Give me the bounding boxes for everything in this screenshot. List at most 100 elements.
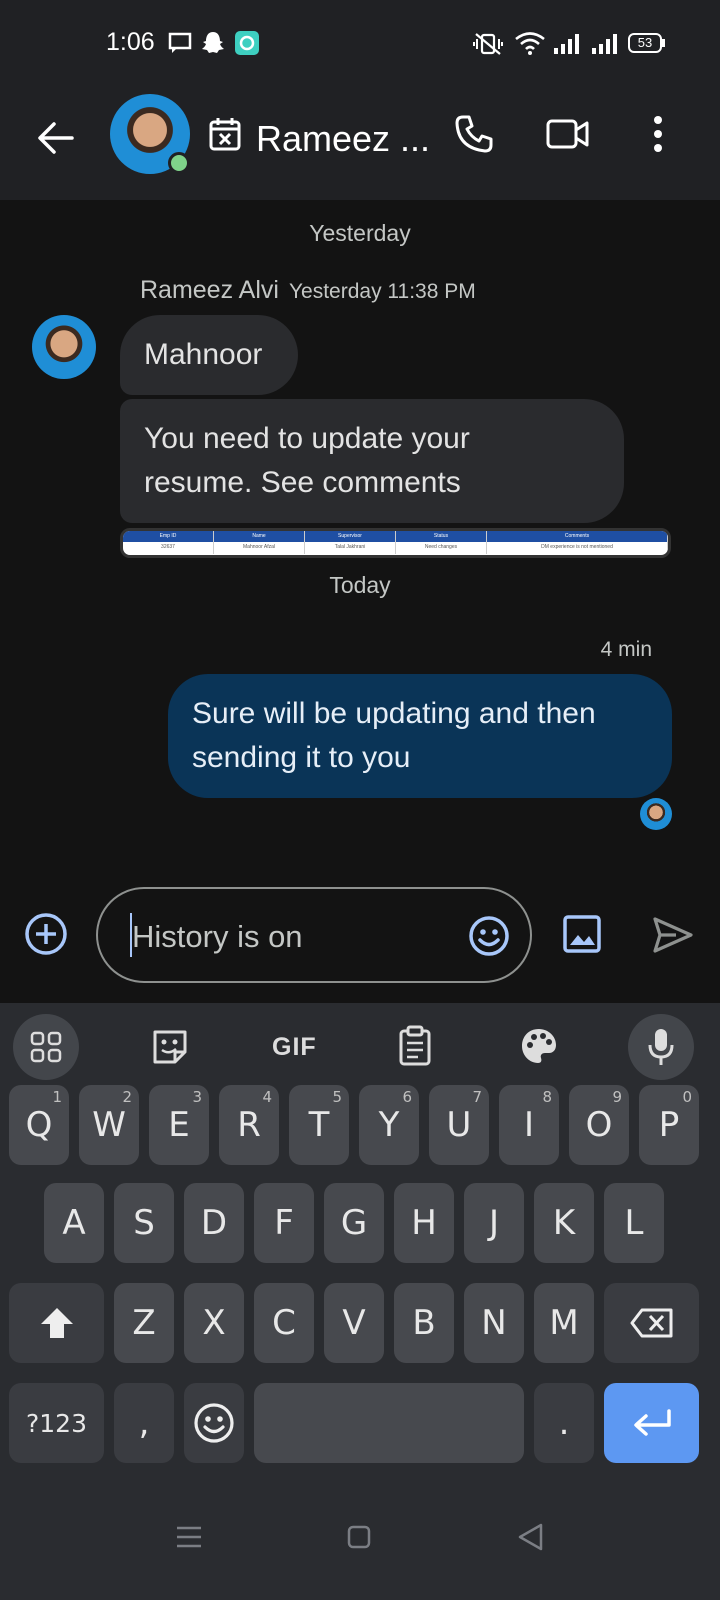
key-y[interactable]: Y6 bbox=[359, 1085, 419, 1165]
enter-key[interactable] bbox=[604, 1383, 699, 1463]
message-bubble-incoming[interactable]: You need to update your resume. See comm… bbox=[120, 399, 624, 523]
attachment-cell: Mahnoor Afzal bbox=[214, 542, 305, 554]
video-call-icon[interactable] bbox=[546, 116, 590, 152]
key-l[interactable]: L bbox=[604, 1183, 664, 1263]
message-text-line: Sure will be updating and then bbox=[192, 697, 596, 730]
attachment-table-row: 32637 Mahnoor Afzal Talal Jakhrani Need … bbox=[123, 542, 668, 554]
attachment-cell: Talal Jakhrani bbox=[305, 542, 396, 554]
message-text-line: sending it to you bbox=[192, 741, 411, 774]
key-p[interactable]: P0 bbox=[639, 1085, 699, 1165]
send-icon[interactable] bbox=[652, 916, 694, 954]
key-w[interactable]: W2 bbox=[79, 1085, 139, 1165]
key-q[interactable]: Q1 bbox=[9, 1085, 69, 1165]
signal-icon-2 bbox=[592, 34, 617, 54]
key-f[interactable]: F bbox=[254, 1183, 314, 1263]
key-m[interactable]: M bbox=[534, 1283, 594, 1363]
image-attachment-table[interactable]: Emp ID Name Supervisor Status Comments 3… bbox=[120, 528, 671, 558]
message-text-line: resume. See comments bbox=[144, 466, 461, 499]
sender-name: Rameez Alvi bbox=[140, 276, 279, 304]
online-status-dot bbox=[168, 152, 190, 174]
key-e[interactable]: E3 bbox=[149, 1085, 209, 1165]
attachment-table-header: Emp ID Name Supervisor Status Comments bbox=[123, 531, 668, 542]
key-h[interactable]: H bbox=[394, 1183, 454, 1263]
attachment-header-cell: Emp ID bbox=[123, 531, 214, 542]
back-arrow-icon[interactable] bbox=[36, 118, 76, 158]
read-receipt-avatar bbox=[640, 798, 672, 830]
enter-arrow-icon bbox=[633, 1409, 671, 1436]
attachment-header-cell: Comments bbox=[487, 531, 668, 542]
attachment-header-cell: Name bbox=[214, 531, 305, 542]
comma-key[interactable]: , bbox=[114, 1383, 174, 1463]
emoji-icon[interactable] bbox=[468, 915, 510, 957]
date-separator-yesterday: Yesterday bbox=[309, 220, 411, 246]
key-i[interactable]: I8 bbox=[499, 1085, 559, 1165]
sticker-icon[interactable] bbox=[150, 1027, 190, 1067]
apps-grid-icon bbox=[30, 1031, 62, 1063]
key-j[interactable]: J bbox=[464, 1183, 524, 1263]
recent-apps-icon[interactable] bbox=[174, 1524, 204, 1550]
outgoing-timestamp: 4 min bbox=[600, 638, 652, 661]
space-key[interactable] bbox=[254, 1383, 524, 1463]
sender-avatar[interactable] bbox=[32, 315, 96, 379]
key-t[interactable]: T5 bbox=[289, 1085, 349, 1165]
key-r[interactable]: R4 bbox=[219, 1085, 279, 1165]
voice-input-button[interactable] bbox=[628, 1014, 694, 1080]
battery-tip bbox=[662, 39, 665, 47]
more-options-icon[interactable] bbox=[652, 114, 664, 154]
period-key[interactable]: . bbox=[534, 1383, 594, 1463]
vibrate-mute-icon bbox=[473, 33, 503, 55]
attachment-cell: DM experience is not mentioned bbox=[487, 542, 668, 554]
apps-grid-button[interactable] bbox=[13, 1014, 79, 1080]
microphone-icon bbox=[648, 1029, 674, 1065]
key-n[interactable]: N bbox=[464, 1283, 524, 1363]
date-separator-today: Today bbox=[329, 572, 391, 598]
key-d[interactable]: D bbox=[184, 1183, 244, 1263]
key-u[interactable]: U7 bbox=[429, 1085, 489, 1165]
backspace-key[interactable] bbox=[604, 1283, 699, 1363]
status-bar: 1:06 53 bbox=[0, 0, 720, 88]
key-v[interactable]: V bbox=[324, 1283, 384, 1363]
attachment-cell: Need changes bbox=[396, 542, 487, 554]
attachment-header-cell: Status bbox=[396, 531, 487, 542]
key-z[interactable]: Z bbox=[114, 1283, 174, 1363]
keyboard-toolbar: GIF bbox=[0, 1003, 720, 1093]
sender-info: Rameez Alvi Yesterday 11:38 PM bbox=[140, 276, 476, 305]
key-k[interactable]: K bbox=[534, 1183, 594, 1263]
conversation-header: Rameez ... bbox=[0, 88, 720, 200]
calendar-blocked-icon bbox=[209, 118, 241, 151]
key-x[interactable]: X bbox=[184, 1283, 244, 1363]
shift-arrow-icon bbox=[40, 1308, 73, 1338]
attachment-cell: 32637 bbox=[123, 542, 214, 554]
key-o[interactable]: O9 bbox=[569, 1085, 629, 1165]
home-icon[interactable] bbox=[346, 1524, 372, 1550]
emoji-key[interactable] bbox=[184, 1383, 244, 1463]
key-g[interactable]: G bbox=[324, 1183, 384, 1263]
message-bubble-incoming[interactable]: Mahnoor bbox=[120, 315, 298, 395]
message-input[interactable]: History is on bbox=[96, 887, 532, 983]
theme-palette-icon[interactable] bbox=[520, 1027, 558, 1065]
message-bubble-outgoing[interactable]: Sure will be updating and then sending i… bbox=[168, 674, 672, 798]
message-text-line: You need to update your bbox=[144, 422, 470, 455]
snapchat-icon bbox=[202, 32, 224, 53]
key-c[interactable]: C bbox=[254, 1283, 314, 1363]
add-attachment-icon[interactable] bbox=[24, 912, 68, 956]
phone-call-icon[interactable] bbox=[454, 114, 494, 154]
contact-name[interactable]: Rameez ... bbox=[256, 118, 430, 160]
status-time: 1:06 bbox=[106, 28, 155, 56]
message-input-placeholder: History is on bbox=[132, 919, 303, 954]
app-notification-icon bbox=[235, 31, 259, 55]
message-notification-icon bbox=[168, 32, 192, 53]
key-a[interactable]: A bbox=[44, 1183, 104, 1263]
key-s[interactable]: S bbox=[114, 1183, 174, 1263]
shift-key[interactable] bbox=[9, 1283, 104, 1363]
clipboard-icon[interactable] bbox=[398, 1025, 432, 1067]
back-navigation-icon[interactable] bbox=[516, 1522, 544, 1552]
gallery-icon[interactable] bbox=[562, 914, 602, 954]
message-text: Mahnoor bbox=[144, 338, 263, 371]
gif-button[interactable]: GIF bbox=[272, 1033, 317, 1062]
symbols-key[interactable]: ?123 bbox=[9, 1383, 104, 1463]
key-b[interactable]: B bbox=[394, 1283, 454, 1363]
system-navigation-bar bbox=[0, 1490, 720, 1600]
emoji-key-icon bbox=[194, 1403, 234, 1443]
wifi-icon bbox=[515, 32, 545, 55]
